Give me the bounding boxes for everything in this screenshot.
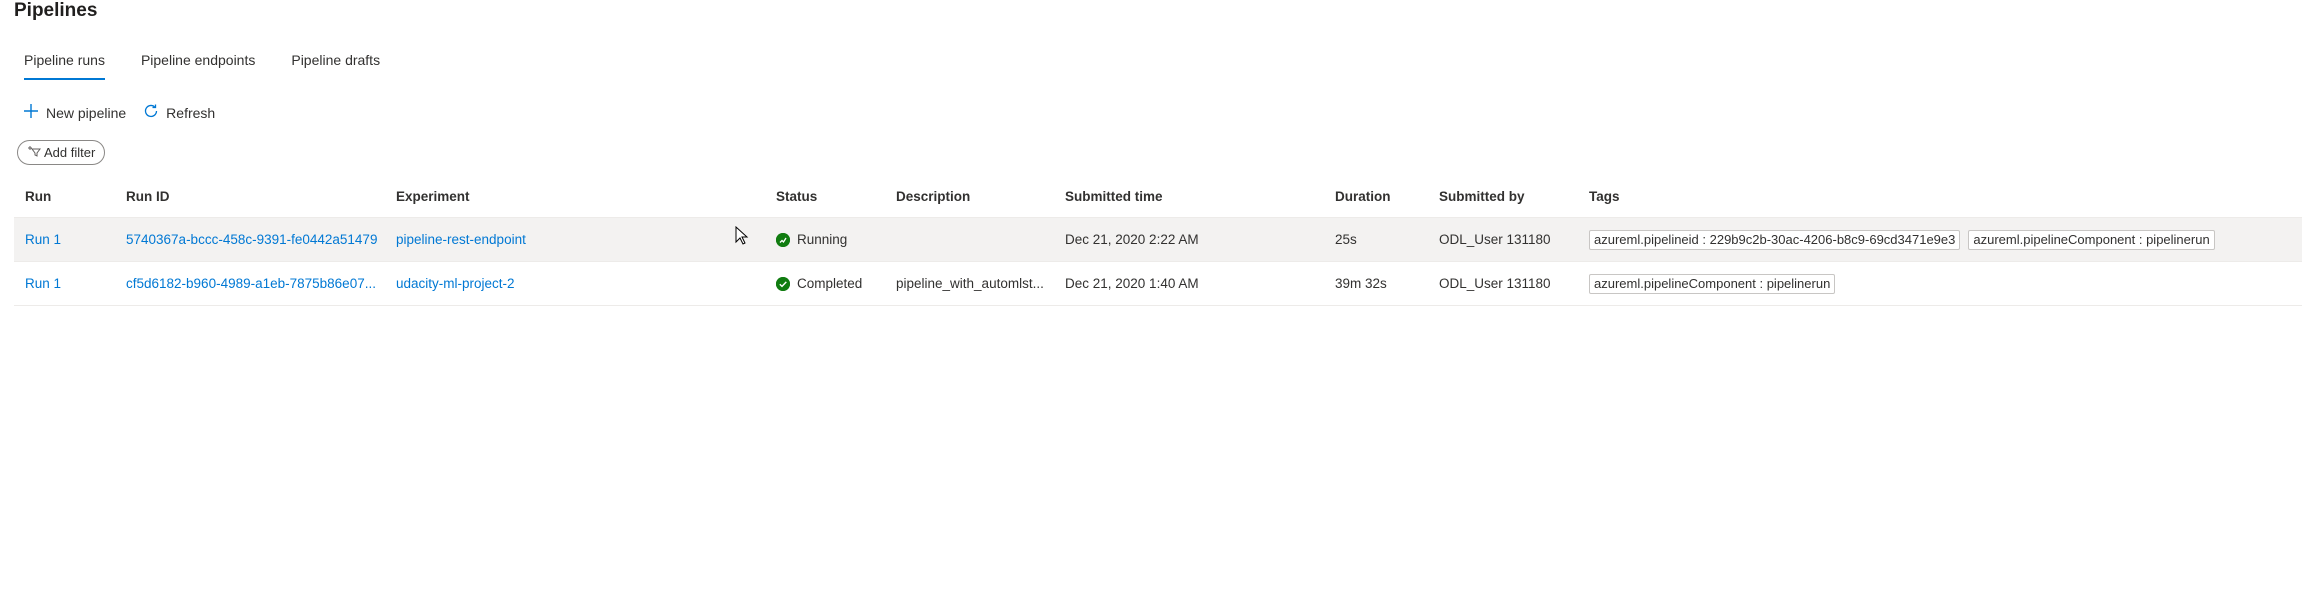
tag-chip: azureml.pipelineid : 229b9c2b-30ac-4206-… [1589,229,1961,250]
pipelines-page: Pipelines Pipeline runs Pipeline endpoin… [0,0,2302,609]
new-pipeline-button[interactable]: New pipeline [22,103,126,122]
column-header-run-id[interactable]: Run ID [126,175,391,217]
table-row[interactable]: Run 1 5740367a-bccc-458c-9391-fe0442a514… [14,218,2302,262]
tab-pipeline-drafts[interactable]: Pipeline drafts [281,46,380,80]
duration: 39m 32s [1335,276,1387,291]
column-header-run[interactable]: Run [25,175,115,217]
add-filter-button[interactable]: Add filter [17,140,106,165]
experiment-link[interactable]: pipeline-rest-endpoint [396,232,526,247]
toolbar: New pipeline Refresh [22,103,215,122]
submitted-by: ODL_User 131180 [1439,276,1551,291]
tag-chip: azureml.pipelineComponent : pipelinerun [1968,229,2215,250]
description-text: pipeline_with_automlst... [896,276,1044,291]
run-link[interactable]: Run 1 [25,232,61,247]
running-icon [776,232,790,247]
column-header-duration[interactable]: Duration [1335,175,1430,217]
run-id-link[interactable]: 5740367a-bccc-458c-9391-fe0442a51479 [126,232,377,247]
status-text: Completed [797,276,863,291]
submitted-time: Dec 21, 2020 1:40 AM [1065,276,1199,291]
experiment-link[interactable]: udacity-ml-project-2 [396,276,515,291]
table-header-row: Run Run ID Experiment Status Description… [14,175,2302,218]
page-title: Pipelines [14,0,98,21]
submitted-by: ODL_User 131180 [1439,232,1551,247]
plus-icon [22,103,40,122]
refresh-button[interactable]: Refresh [142,103,215,122]
column-header-experiment[interactable]: Experiment [396,175,766,217]
submitted-time: Dec 21, 2020 2:22 AM [1065,232,1199,247]
add-filter-label: Add filter [44,145,96,160]
column-header-submitted-time[interactable]: Submitted time [1065,175,1327,217]
column-header-description[interactable]: Description [896,175,1059,217]
column-header-submitted-by[interactable]: Submitted by [1439,175,1584,217]
run-link[interactable]: Run 1 [25,276,61,291]
tab-pipeline-endpoints[interactable]: Pipeline endpoints [131,46,255,80]
tag-chip: azureml.pipelineComponent : pipelinerun [1589,273,1836,294]
refresh-label: Refresh [166,104,216,121]
run-id-link[interactable]: cf5d6182-b960-4989-a1eb-7875b86e07... [126,276,376,291]
duration: 25s [1335,232,1357,247]
column-header-status[interactable]: Status [776,175,891,217]
tab-pipeline-runs[interactable]: Pipeline runs [14,46,105,80]
refresh-icon [142,103,160,122]
pipeline-runs-table: Run Run ID Experiment Status Description… [14,175,2302,306]
check-circle-icon [776,276,790,291]
new-pipeline-label: New pipeline [46,104,127,121]
tab-bar: Pipeline runs Pipeline endpoints Pipelin… [14,46,406,80]
status-text: Running [797,232,848,247]
table-row[interactable]: Run 1 cf5d6182-b960-4989-a1eb-7875b86e07… [14,262,2302,306]
column-header-tags[interactable]: Tags [1589,175,2302,217]
filter-add-icon [27,145,41,160]
mouse-cursor-icon [735,225,749,246]
